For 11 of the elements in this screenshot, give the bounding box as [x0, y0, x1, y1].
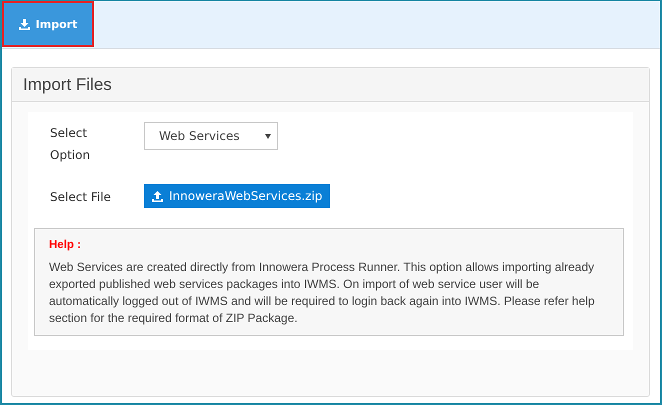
help-title: Help :: [49, 239, 82, 251]
download-icon: [18, 18, 30, 30]
option-dropdown[interactable]: Web Services: [144, 122, 278, 150]
upload-icon: [152, 190, 163, 202]
select-option-label: Select Option: [50, 125, 92, 164]
import-button[interactable]: Import: [2, 1, 94, 47]
help-text: Web Services are created directly from Innowera Process Runner. This option allows importing already exported published web services packages into IWMS. On import of web service user will be automatically logged out of IWMS and will be required to login back again into IWMS. Please refer help section for the required format of ZIP Package.: [49, 259, 596, 327]
select-file-label: Select File: [50, 189, 112, 206]
file-upload-button[interactable]: InnoweraWebServices.zip: [144, 184, 330, 208]
panel-title: Import Files: [23, 74, 112, 94]
caret-icon: [265, 134, 271, 138]
